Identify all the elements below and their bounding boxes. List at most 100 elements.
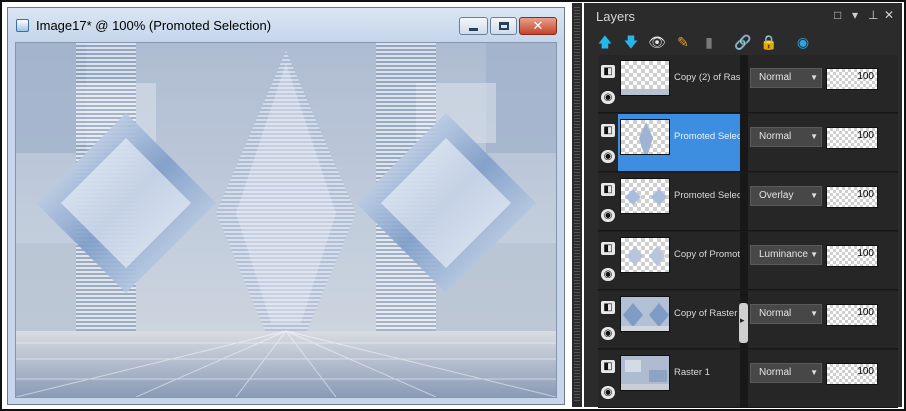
edit-selection-icon[interactable]: ✎: [674, 33, 692, 51]
blend-mode-dropdown[interactable]: Normal ▼: [750, 363, 822, 383]
blend-mode-dropdown[interactable]: Overlay ▼: [750, 186, 822, 206]
pin-palette-button[interactable]: ⊥: [868, 8, 878, 22]
layer-thumbnail: [620, 60, 670, 96]
link-layer-icon[interactable]: 🔗: [734, 33, 752, 51]
layer-divider: [740, 232, 748, 289]
lock-layer-icon[interactable]: 🔒: [760, 33, 778, 51]
layer-name: Copy of Raster 1: [674, 308, 740, 319]
eye-icon[interactable]: ◉: [601, 150, 615, 163]
opacity-value: 100: [857, 366, 874, 377]
minimize-icon: [469, 28, 478, 31]
image-window-titlebar[interactable]: Image17* @ 100% (Promoted Selection) ✕: [8, 8, 564, 42]
chevron-down-icon: ▼: [810, 309, 818, 318]
layer-name-cell[interactable]: Raster 1: [618, 350, 740, 407]
layer-thumbnail: [620, 296, 670, 332]
opacity-value: 100: [857, 130, 874, 141]
chevron-down-icon: ▼: [810, 368, 818, 377]
layer-properties-icon[interactable]: ◉: [794, 33, 812, 51]
opacity-value: 100: [857, 189, 874, 200]
layer-name-cell[interactable]: Promoted Select: [618, 173, 740, 230]
layer-group-icon[interactable]: ◧: [601, 183, 615, 196]
opacity-field[interactable]: 100: [826, 363, 878, 385]
palette-menu-button[interactable]: ▾: [852, 8, 858, 22]
layers-palette-grip[interactable]: [572, 3, 582, 407]
image-canvas[interactable]: [15, 42, 557, 398]
layer-name: Promoted Select: [674, 190, 740, 201]
chevron-down-icon: ▼: [810, 191, 818, 200]
opacity-field[interactable]: 100: [826, 186, 878, 208]
layers-palette-title: Layers: [596, 9, 636, 24]
maximize-icon: [499, 22, 509, 30]
opacity-value: 100: [857, 307, 874, 318]
image-document-icon: [16, 19, 29, 32]
opacity-field[interactable]: 100: [826, 68, 878, 90]
delete-layer-icon[interactable]: ▮: [700, 33, 718, 51]
layer-thumbnail: [620, 178, 670, 214]
maximize-button[interactable]: [490, 17, 517, 35]
canvas-artwork: [16, 43, 556, 397]
eye-icon[interactable]: ◉: [601, 268, 615, 281]
blend-mode-dropdown[interactable]: Luminance ▼: [750, 245, 822, 265]
new-vector-layer-icon[interactable]: 🡇: [622, 33, 640, 51]
layer-name-cell[interactable]: Promoted Select: [618, 114, 740, 171]
layer-list[interactable]: ◧ ◉ Copy (2) of Raste Normal ▼ 100 ◧: [598, 55, 898, 408]
blend-mode-value: Normal: [759, 308, 792, 319]
layer-name: Promoted Select: [674, 131, 740, 142]
layer-group-icon[interactable]: ◧: [601, 301, 615, 314]
layer-name-cell[interactable]: Copy (2) of Raste: [618, 55, 740, 112]
layer-name-cell[interactable]: Copy of Promote: [618, 232, 740, 289]
chevron-down-icon: ▼: [810, 73, 818, 82]
opacity-value: 100: [857, 71, 874, 82]
layer-thumbnail-art: [621, 356, 669, 390]
layer-row[interactable]: ◧ ◉ Copy (2) of Raste Normal ▼ 100: [598, 55, 898, 113]
layer-row-icons: ◧ ◉: [598, 55, 618, 113]
blend-mode-dropdown[interactable]: Normal ▼: [750, 127, 822, 147]
layer-thumbnail-art: [627, 246, 665, 266]
layer-visibility-icon[interactable]: 👁: [648, 33, 666, 51]
minimize-button[interactable]: [459, 17, 488, 35]
blend-mode-value: Overlay: [759, 190, 794, 201]
layer-row-icons: ◧ ◉: [598, 173, 618, 231]
eye-icon[interactable]: ◉: [601, 327, 615, 340]
blend-mode-dropdown[interactable]: Normal ▼: [750, 304, 822, 324]
layer-row[interactable]: ◧ ◉ Copy of Raster 1 Normal ▼ 100: [598, 291, 898, 349]
layer-row[interactable]: ◧ ◉ Promoted Select Normal ▼ 100: [598, 114, 898, 172]
layer-row[interactable]: ◧ ◉ Raster 1 Normal ▼ 100: [598, 350, 898, 408]
layer-divider: [740, 173, 748, 230]
eye-icon[interactable]: ◉: [601, 91, 615, 104]
layer-group-icon[interactable]: ◧: [601, 65, 615, 78]
blend-mode-value: Normal: [759, 367, 792, 378]
opacity-field[interactable]: 100: [826, 127, 878, 149]
layer-row[interactable]: ◧ ◉ Promoted Select Overlay ▼ 100: [598, 173, 898, 231]
layer-name: Copy of Promote: [674, 249, 740, 260]
layer-thumbnail: [620, 355, 670, 391]
chevron-down-icon: ▼: [810, 132, 818, 141]
layer-name: Copy (2) of Raste: [674, 72, 740, 83]
layer-thumbnail-art: [625, 189, 667, 205]
eye-icon[interactable]: ◉: [601, 209, 615, 222]
opacity-field[interactable]: 100: [826, 304, 878, 326]
close-button[interactable]: ✕: [519, 17, 557, 35]
close-palette-button[interactable]: ✕: [884, 8, 894, 22]
layer-row[interactable]: ◧ ◉ Copy of Promote Luminance ▼ 100: [598, 232, 898, 290]
layer-group-icon[interactable]: ◧: [601, 242, 615, 255]
blend-mode-dropdown[interactable]: Normal ▼: [750, 68, 822, 88]
layer-divider: [740, 350, 748, 407]
layer-thumbnail-art: [621, 89, 669, 95]
blend-mode-value: Luminance: [759, 249, 808, 260]
layer-row-icons: ◧ ◉: [598, 232, 618, 290]
layer-group-icon[interactable]: ◧: [601, 124, 615, 137]
blend-mode-value: Normal: [759, 72, 792, 83]
layer-splitter-handle[interactable]: [739, 303, 748, 343]
layer-group-icon[interactable]: ◧: [601, 360, 615, 373]
layer-thumbnail: [620, 237, 670, 273]
layer-row-icons: ◧ ◉: [598, 350, 618, 408]
layer-row-icons: ◧ ◉: [598, 291, 618, 349]
new-raster-layer-icon[interactable]: 🡅: [596, 33, 614, 51]
eye-icon[interactable]: ◉: [601, 386, 615, 399]
opacity-field[interactable]: 100: [826, 245, 878, 267]
layer-name-cell[interactable]: Copy of Raster 1: [618, 291, 740, 348]
layer-divider: [740, 55, 748, 112]
restore-palette-button[interactable]: □: [834, 8, 841, 22]
image-window[interactable]: Image17* @ 100% (Promoted Selection) ✕: [7, 7, 565, 405]
